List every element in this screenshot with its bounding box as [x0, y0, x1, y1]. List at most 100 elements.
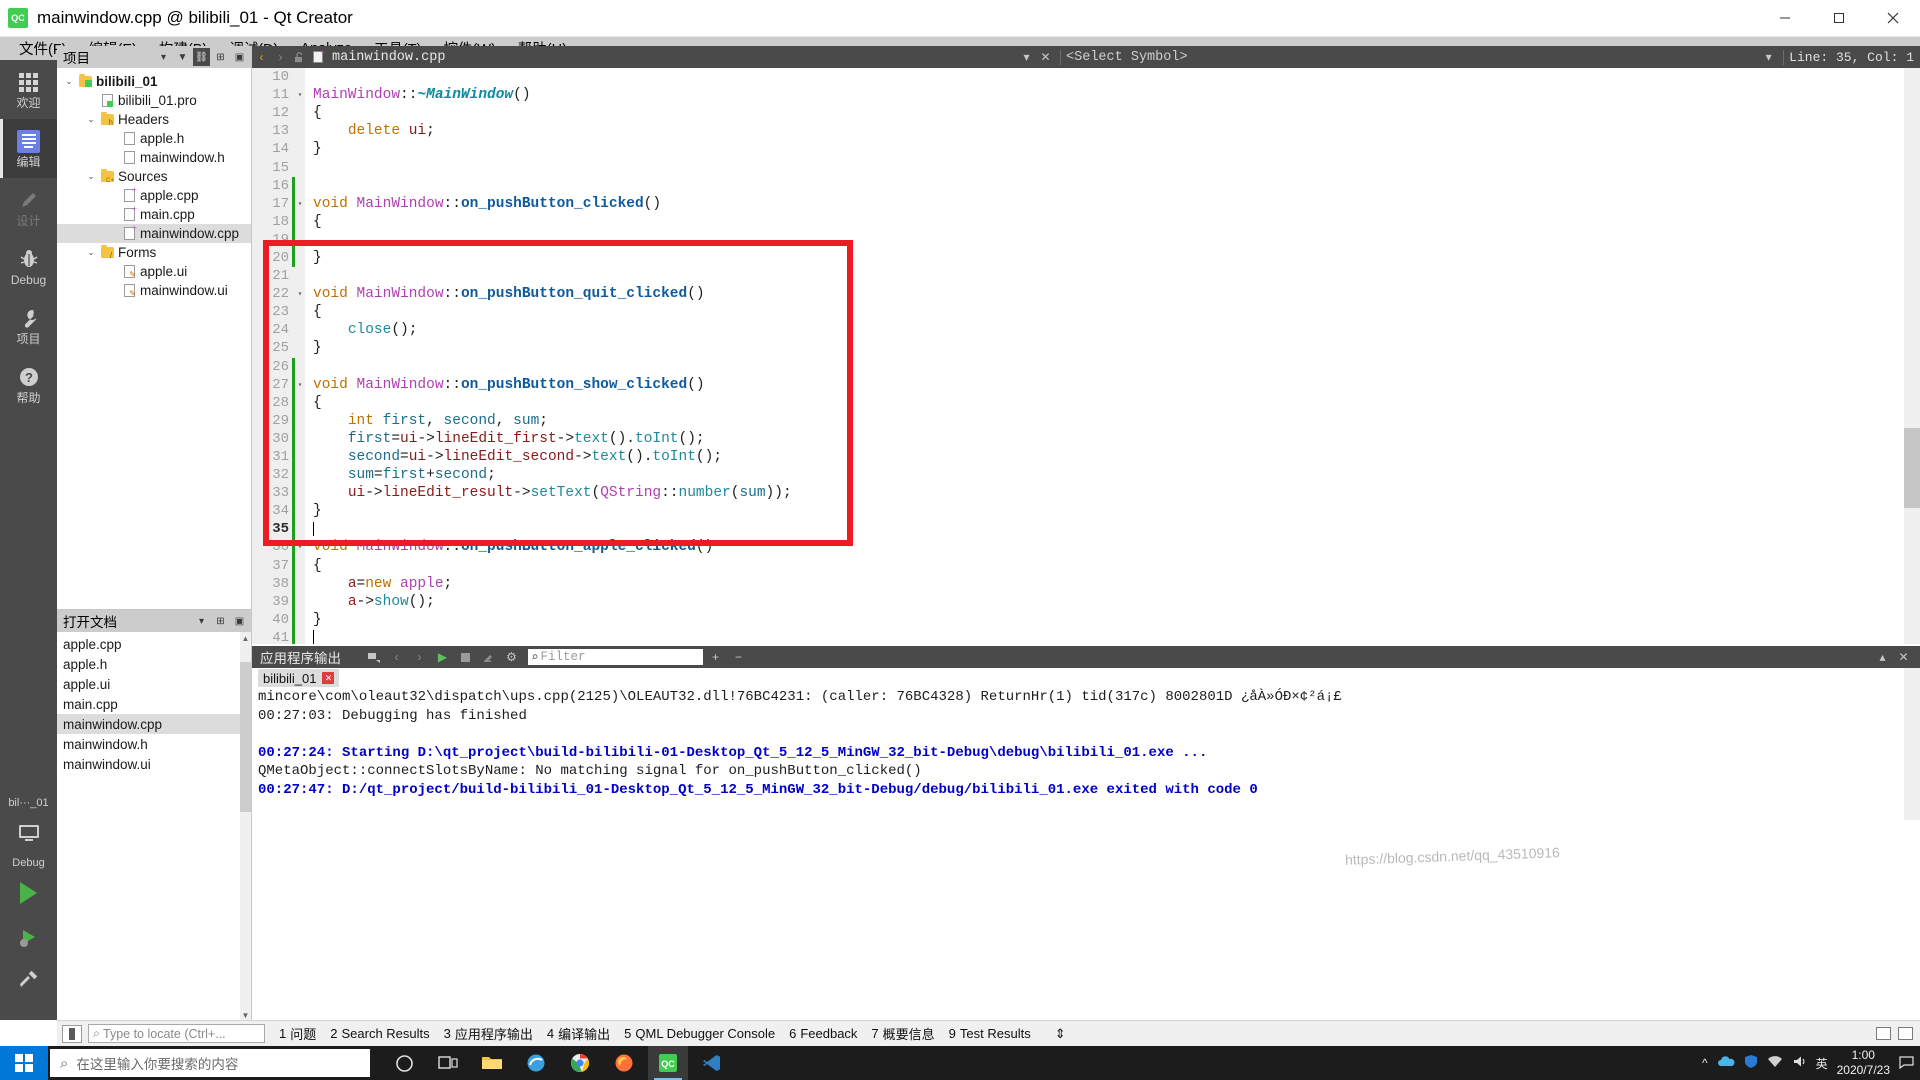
symbol-selector[interactable]: <Select Symbol> [1066, 50, 1188, 65]
open-document-apple-h[interactable]: apple.h [57, 654, 251, 674]
chevron-down-icon[interactable]: ⌄ [83, 171, 99, 182]
code-line[interactable]: 25} [252, 339, 1904, 357]
task-view-icon[interactable] [428, 1046, 468, 1080]
close-document-button[interactable]: ✕ [1036, 46, 1055, 68]
collapse-icon[interactable]: ▣ [231, 48, 248, 66]
code-line[interactable]: 11 ▾ MainWindow::~MainWindow() [252, 86, 1904, 104]
onedrive-icon[interactable] [1717, 1055, 1735, 1072]
network-icon[interactable] [1767, 1055, 1783, 1071]
cursor-position-indicator[interactable]: Line: 35, Col: 1 [1789, 50, 1914, 65]
symbol-dropdown-icon[interactable]: ▾ [1759, 46, 1778, 68]
attach-debugger-icon[interactable] [363, 646, 384, 668]
tree-item-apple-ui[interactable]: apple.ui [57, 262, 251, 281]
vscode-icon[interactable] [692, 1046, 732, 1080]
locator-input[interactable]: ⌕ Type to locate (Ctrl+... [88, 1024, 265, 1043]
open-document-mainwindow-h[interactable]: mainwindow.h [57, 734, 251, 754]
code-line[interactable]: 14} [252, 140, 1904, 158]
code-line[interactable]: 36 ▾ void MainWindow::on_pushButton_apple_… [252, 538, 1904, 557]
scroll-up-icon[interactable]: ▲ [240, 632, 251, 644]
tray-expand-icon[interactable]: ^ [1702, 1056, 1708, 1070]
chevron-down-icon[interactable]: ⌄ [83, 247, 99, 258]
close-button[interactable] [1866, 0, 1920, 37]
code-line[interactable]: 23 { [252, 303, 1904, 321]
code-line[interactable]: 15 [252, 158, 1904, 176]
split-icon[interactable]: ⊞ [212, 48, 229, 66]
collapse-icon[interactable]: ▣ [231, 612, 248, 630]
run-button[interactable] [0, 871, 57, 915]
next-item-icon[interactable]: › [409, 646, 430, 668]
open-document-mainwindow-ui[interactable]: mainwindow.ui [57, 754, 251, 774]
code-line[interactable]: 28 { [252, 393, 1904, 412]
tree-item-forms[interactable]: ⌄ Forms [57, 243, 251, 262]
fold-toggle-icon[interactable]: ▾ [295, 90, 305, 100]
volume-icon[interactable] [1792, 1055, 1807, 1071]
maximize-button[interactable] [1812, 0, 1866, 37]
firefox-icon[interactable] [604, 1046, 644, 1080]
code-line[interactable]: 12 { [252, 104, 1904, 122]
maximize-output-button[interactable]: ▴ [1872, 646, 1893, 668]
code-line[interactable]: 22 ▾ void MainWindow::on_pushButton_quit_c… [252, 285, 1904, 303]
tree-item-bilibili-01[interactable]: ⌄ bilibili_01 [57, 72, 251, 91]
code-line[interactable]: 37 { [252, 556, 1904, 575]
fold-toggle-icon[interactable]: ▾ [295, 199, 305, 209]
code-line[interactable]: 35 [252, 520, 1904, 539]
fold-toggle-icon[interactable]: ▾ [295, 542, 305, 552]
code-line[interactable]: 33 ui->lineEdit_result->setText(QString:… [252, 484, 1904, 503]
code-lines[interactable]: 10 11 ▾ MainWindow::~MainWindow() 12{13 dele… [252, 68, 1904, 644]
code-line[interactable]: 19 [252, 230, 1904, 249]
status-tab-编译输出[interactable]: 4 编译输出 [547, 1024, 610, 1043]
add-filter-button[interactable]: + [705, 646, 726, 668]
open-document-main-cpp[interactable]: main.cpp [57, 694, 251, 714]
tree-item-main-cpp[interactable]: main.cpp [57, 204, 251, 224]
tree-item-mainwindow-cpp[interactable]: mainwindow.cpp [57, 223, 251, 243]
code-line[interactable]: 13 delete ui; [252, 122, 1904, 140]
code-line[interactable]: 38 a=new apple; [252, 574, 1904, 593]
status-tab-test-results[interactable]: 9 Test Results [949, 1026, 1031, 1041]
code-line[interactable]: 41 [252, 628, 1904, 644]
settings-gear-icon[interactable]: ⚙ [501, 646, 522, 668]
code-line[interactable]: 40} [252, 610, 1904, 629]
output-tab-bilibili01[interactable]: bilibili_01 ✕ [258, 669, 340, 687]
mode-help[interactable]: ? 帮助 [0, 355, 57, 414]
open-document-apple-ui[interactable]: apple.ui [57, 674, 251, 694]
code-line[interactable]: 27 ▾ void MainWindow::on_pushButton_show_c… [252, 375, 1904, 394]
kit-selector[interactable]: bil···_01 Debug [0, 795, 57, 1003]
editor-current-file[interactable]: mainwindow.cpp [328, 50, 445, 65]
fold-toggle-icon[interactable]: ▾ [295, 289, 305, 299]
tree-item-mainwindow-h[interactable]: mainwindow.h [57, 148, 251, 167]
mode-debug[interactable]: Debug [0, 237, 57, 296]
code-editor[interactable]: 10 11 ▾ MainWindow::~MainWindow() 12{13 dele… [252, 68, 1920, 644]
taskbar-clock[interactable]: 1:00 2020/7/23 [1837, 1048, 1890, 1078]
code-line[interactable]: 34} [252, 502, 1904, 521]
remove-filter-button[interactable]: − [728, 646, 749, 668]
code-line[interactable]: 29 int first, second, sum; [252, 411, 1904, 430]
status-tab-feedback[interactable]: 6 Feedback [789, 1026, 857, 1041]
cortana-icon[interactable] [384, 1046, 424, 1080]
status-tab-概要信息[interactable]: 7 概要信息 [871, 1024, 934, 1043]
tree-item-apple-cpp[interactable]: apple.cpp [57, 185, 251, 205]
unlocked-icon[interactable] [290, 46, 309, 68]
browser-icon[interactable] [516, 1046, 556, 1080]
sidebar-toggle-button[interactable] [62, 1024, 82, 1043]
ime-indicator[interactable]: 英 [1816, 1055, 1828, 1072]
code-line[interactable]: 26 [252, 357, 1904, 376]
start-button[interactable] [0, 1046, 48, 1080]
navigate-back-button[interactable]: ‹ [252, 46, 271, 68]
status-tab-问题[interactable]: 1 问题 [279, 1024, 316, 1043]
code-line[interactable]: 30 first=ui->lineEdit_first->text().toIn… [252, 429, 1904, 448]
status-tab-应用程序输出[interactable]: 3 应用程序输出 [444, 1024, 533, 1043]
stop-icon[interactable] [455, 646, 476, 668]
code-line[interactable]: 39 a->show(); [252, 592, 1904, 611]
open-document-mainwindow-cpp[interactable]: mainwindow.cpp [57, 714, 251, 734]
output-scrollbar[interactable] [1904, 668, 1920, 820]
code-line[interactable]: 24 close(); [252, 321, 1904, 339]
close-icon[interactable]: ✕ [322, 672, 335, 684]
code-line[interactable]: 18 { [252, 212, 1904, 231]
chevron-down-icon[interactable]: ⌄ [83, 114, 99, 125]
file-explorer-icon[interactable] [472, 1046, 512, 1080]
mode-edit[interactable]: 编辑 [0, 119, 57, 178]
fold-toggle-icon[interactable]: ▾ [295, 380, 305, 390]
qt-creator-icon[interactable]: QC [648, 1046, 688, 1080]
code-line[interactable]: 32 sum=first+second; [252, 466, 1904, 485]
close-output-button[interactable]: ✕ [1893, 646, 1914, 668]
